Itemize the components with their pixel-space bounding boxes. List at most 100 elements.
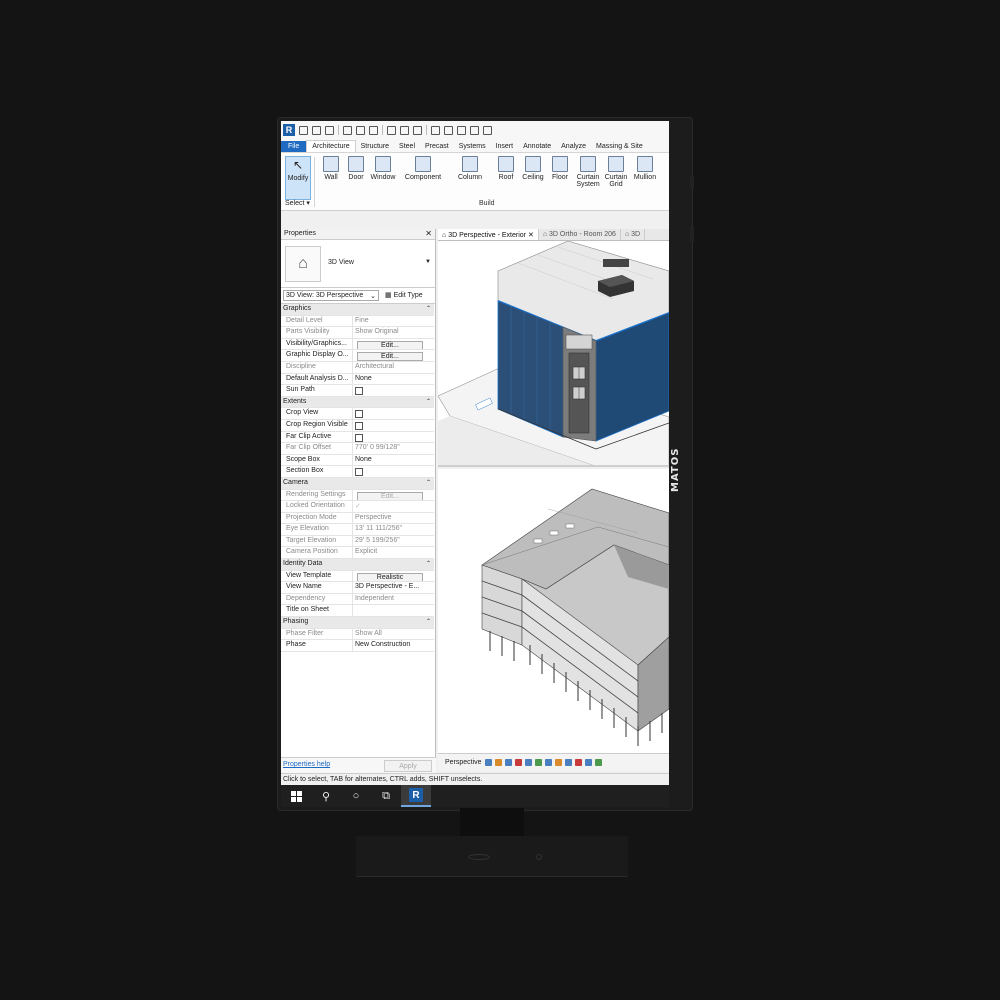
collapse-icon[interactable]: ⌃ (424, 559, 434, 570)
print-icon[interactable] (369, 125, 378, 135)
close-icon[interactable]: ✕ (528, 232, 534, 239)
constraints-icon[interactable] (594, 759, 602, 766)
section-identity-data[interactable]: Identity Data ⌃ (281, 559, 434, 571)
start-button[interactable] (281, 785, 311, 807)
curtain-grid-button[interactable]: Curtain Grid (602, 156, 630, 188)
mullion-button[interactable]: Mullion (631, 156, 659, 181)
prop-value[interactable]: Perspective (353, 513, 434, 524)
tab-massing-site[interactable]: Massing & Site (591, 141, 648, 152)
edit-type-button[interactable]: ▦ Edit Type (385, 291, 423, 299)
collapse-icon[interactable]: ⌃ (424, 304, 434, 315)
visual-style-icon[interactable] (484, 759, 492, 766)
prop-value[interactable]: New Construction (353, 640, 434, 651)
3d-ortho-viewport[interactable] (438, 469, 669, 753)
tab-precast[interactable]: Precast (420, 141, 454, 152)
text-icon[interactable] (413, 125, 422, 135)
tab-analyze[interactable]: Analyze (556, 141, 591, 152)
render-icon[interactable] (514, 759, 522, 766)
tab-3d-perspective-exterior[interactable]: ⌂ 3D Perspective - Exterior ✕ (438, 229, 539, 240)
redo-icon[interactable] (356, 125, 365, 135)
tab-steel[interactable]: Steel (394, 141, 420, 152)
tab-annotate[interactable]: Annotate (518, 141, 556, 152)
prop-value[interactable]: Independent (353, 594, 434, 605)
revit-logo-icon[interactable]: R (283, 124, 295, 136)
tab-systems[interactable]: Systems (454, 141, 491, 152)
sun-path-icon[interactable] (494, 759, 502, 766)
apply-button[interactable]: Apply (384, 760, 432, 772)
view-template-button[interactable]: Realistic (357, 572, 423, 582)
save-icon[interactable] (312, 125, 321, 135)
tab-3d-ortho-room-206[interactable]: ⌂ 3D Ortho - Room 206 (539, 229, 621, 240)
column-button[interactable]: Column (455, 156, 485, 181)
prop-value[interactable]: 13' 11 111/256" (353, 524, 434, 535)
rendering-edit-button[interactable]: Edit... (357, 491, 423, 501)
component-button[interactable]: Component (403, 156, 443, 181)
prop-value[interactable]: Explicit (353, 547, 434, 558)
prop-value[interactable]: None (353, 374, 434, 385)
tab-3d[interactable]: ⌂ 3D (621, 229, 646, 240)
close-icon[interactable]: ✕ (425, 229, 432, 238)
3d-view-icon[interactable] (431, 125, 440, 135)
section-extents[interactable]: Extents ⌃ (281, 396, 434, 409)
view-mode-label[interactable]: Perspective (445, 759, 482, 766)
section-icon[interactable] (444, 125, 453, 135)
crop-icon[interactable] (524, 759, 532, 766)
crop-region-checkbox[interactable] (355, 421, 363, 430)
collapse-icon[interactable]: ⌃ (424, 478, 434, 489)
sun-path-checkbox[interactable] (355, 387, 363, 396)
edit-button[interactable]: Edit... (357, 340, 423, 350)
prop-value[interactable]: Show All (353, 629, 434, 640)
select-dropdown[interactable]: Select ▾ (285, 199, 310, 207)
reveal-hidden-icon[interactable] (564, 759, 572, 766)
prop-value[interactable]: 3D Perspective - E... (353, 582, 434, 593)
section-graphics[interactable]: Graphics ⌃ (281, 304, 434, 316)
prop-value[interactable]: Fine (353, 316, 434, 327)
dimension-icon[interactable] (400, 125, 409, 135)
undo-icon[interactable] (343, 125, 352, 135)
temporary-hide-icon[interactable] (554, 759, 562, 766)
section-camera[interactable]: Camera ⌃ (281, 477, 434, 490)
window-button[interactable]: Window (369, 156, 397, 181)
floor-button[interactable]: Floor (547, 156, 573, 181)
far-clip-checkbox[interactable] (355, 433, 363, 442)
properties-help-link[interactable]: Properties help (283, 761, 330, 768)
section-phasing[interactable]: Phasing ⌃ (281, 617, 434, 629)
3d-perspective-viewport[interactable] (438, 241, 669, 467)
crop-view-checkbox[interactable] (355, 410, 363, 419)
prop-value[interactable] (353, 605, 434, 616)
collapse-icon[interactable]: ⌃ (424, 617, 434, 628)
tab-structure[interactable]: Structure (356, 141, 394, 152)
tab-architecture[interactable]: Architecture (306, 140, 356, 152)
lock-view-icon[interactable] (544, 759, 552, 766)
show-crop-icon[interactable] (534, 759, 542, 766)
edit-button[interactable]: Edit... (357, 352, 423, 361)
modify-button[interactable]: ↖ Modify (285, 156, 311, 200)
prop-value[interactable]: Architectural (353, 362, 434, 373)
measure-icon[interactable] (387, 125, 396, 135)
analytical-model-icon[interactable] (574, 759, 582, 766)
tab-file[interactable]: File (281, 141, 307, 152)
roof-button[interactable]: Roof (493, 156, 519, 181)
prop-value[interactable]: None (353, 455, 434, 466)
wall-button[interactable]: Wall (318, 156, 344, 181)
prop-value[interactable]: 770' 0 99/128" (353, 443, 434, 454)
close-hidden-icon[interactable] (470, 125, 479, 135)
switch-windows-icon[interactable] (483, 125, 492, 135)
instance-dropdown[interactable]: 3D View: 3D Perspective ⌄ (283, 290, 379, 301)
thin-lines-icon[interactable] (457, 125, 466, 135)
collapse-icon[interactable]: ⌃ (424, 397, 434, 408)
prop-value[interactable]: 29' 5 199/256" (353, 536, 434, 547)
type-selector[interactable]: ⌂ 3D View ▼ (281, 240, 435, 288)
tab-insert[interactable]: Insert (491, 141, 519, 152)
sync-icon[interactable] (325, 125, 334, 135)
curtain-system-button[interactable]: Curtain System (574, 156, 602, 188)
door-button[interactable]: Door (343, 156, 369, 181)
taskbar-revit-button[interactable]: R (401, 785, 431, 807)
locked-checkmark-icon[interactable]: ✓ (355, 503, 361, 510)
cortana-icon[interactable]: ○ (341, 785, 371, 807)
prop-value[interactable]: Show Original (353, 327, 434, 338)
ceiling-button[interactable]: Ceiling (519, 156, 547, 181)
shadows-icon[interactable] (504, 759, 512, 766)
task-view-icon[interactable]: ⧉ (371, 785, 401, 807)
highlight-displacement-icon[interactable] (584, 759, 592, 766)
